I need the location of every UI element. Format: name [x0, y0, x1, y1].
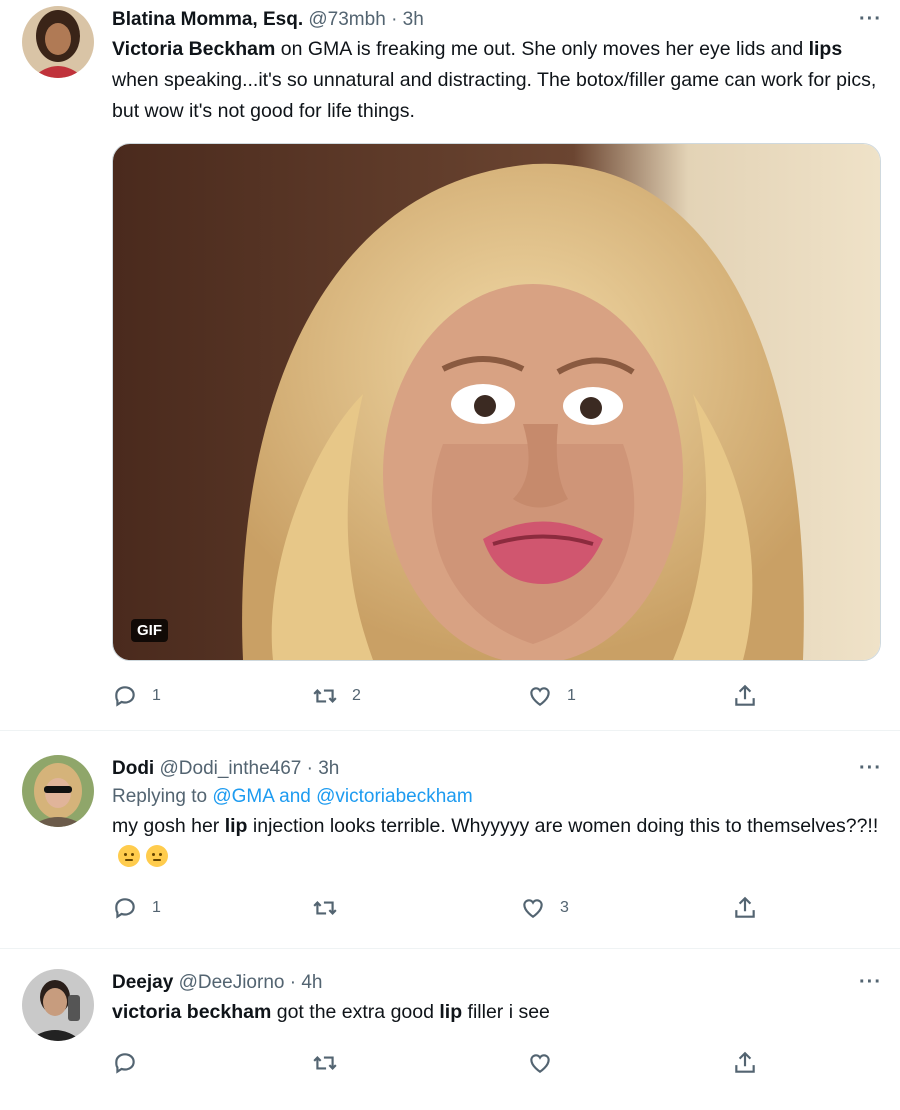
replying-label: Replying to — [112, 786, 213, 807]
tweet[interactable]: Blatina Momma, Esq. @73mbh · 3h ··· Vict… — [0, 0, 900, 731]
confused-emoji-icon — [146, 845, 168, 867]
share-button[interactable] — [732, 1050, 758, 1076]
tweet-text: my gosh her lip injection looks terrible… — [112, 811, 884, 873]
replying-to-link[interactable]: @GMA and @victoriabeckham — [212, 786, 472, 807]
action-bar: 1 3 — [112, 895, 884, 955]
share-button[interactable] — [732, 683, 758, 709]
gif-badge: GIF — [131, 619, 168, 642]
share-icon — [732, 683, 758, 709]
disappointed-emoji-icon — [118, 845, 140, 867]
more-icon[interactable]: ··· — [859, 971, 882, 994]
highlight-text: lip — [224, 815, 248, 837]
retweet-icon — [312, 683, 338, 709]
retweet-icon — [312, 1050, 338, 1076]
handle[interactable]: @DeeJiorno — [179, 972, 285, 993]
text-span: on GMA is freaking me out. She only move… — [275, 38, 809, 60]
action-bar — [112, 1050, 884, 1110]
share-icon — [732, 895, 758, 921]
tweet-header: Dodi @Dodi_inthe467 · 3h — [112, 755, 884, 783]
more-icon[interactable]: ··· — [859, 8, 882, 31]
reply-icon — [112, 1050, 138, 1076]
highlight-text: lips — [808, 38, 843, 60]
mention-text: victoria beckham — [112, 1001, 272, 1023]
text-span: my gosh her — [112, 815, 225, 837]
share-button[interactable] — [732, 895, 758, 921]
gif-image — [113, 144, 880, 660]
display-name[interactable]: Deejay — [112, 972, 173, 993]
more-icon[interactable]: ··· — [859, 757, 882, 780]
timestamp[interactable]: · 4h — [290, 972, 323, 993]
handle[interactable]: @Dodi_inthe467 — [160, 758, 302, 779]
timestamp[interactable]: · 3h — [307, 758, 340, 779]
display-name[interactable]: Blatina Momma, Esq. — [112, 9, 303, 30]
heart-icon — [520, 895, 546, 921]
tweet[interactable]: Dodi @Dodi_inthe467 · 3h ··· Replying to… — [0, 731, 900, 949]
reply-count: 1 — [152, 899, 161, 916]
avatar[interactable] — [22, 755, 94, 827]
share-icon — [732, 1050, 758, 1076]
reply-button[interactable]: 1 — [112, 895, 161, 921]
highlight-text: lip — [439, 1001, 463, 1023]
reply-icon — [112, 683, 138, 709]
like-button[interactable]: 1 — [527, 683, 576, 709]
like-count: 3 — [560, 899, 569, 916]
tweet-header: Blatina Momma, Esq. @73mbh · 3h — [112, 6, 884, 34]
avatar[interactable] — [22, 6, 94, 78]
reply-button[interactable]: 1 — [112, 683, 161, 709]
gif-media[interactable]: GIF — [112, 143, 881, 661]
tweet-header: Deejay @DeeJiorno · 4h — [112, 969, 884, 997]
display-name[interactable]: Dodi — [112, 758, 154, 779]
heart-icon — [527, 683, 553, 709]
tweet[interactable]: Deejay @DeeJiorno · 4h ··· victoria beck… — [0, 949, 900, 1089]
replying-to: Replying to @GMA and @victoriabeckham — [112, 783, 884, 811]
heart-icon — [527, 1050, 553, 1076]
retweet-icon — [312, 895, 338, 921]
timestamp[interactable]: · 3h — [391, 9, 424, 30]
retweet-button[interactable] — [312, 1050, 338, 1076]
text-span: injection looks terrible. Whyyyyy are wo… — [247, 815, 879, 837]
like-button[interactable] — [527, 1050, 553, 1076]
text-span: filler i see — [462, 1001, 550, 1023]
reply-icon — [112, 895, 138, 921]
reply-count: 1 — [152, 687, 161, 704]
tweet-text: victoria beckham got the extra good lip … — [112, 997, 884, 1028]
text-span: when speaking...it's so unnatural and di… — [112, 69, 877, 122]
reply-button[interactable] — [112, 1050, 138, 1076]
retweet-button[interactable] — [312, 895, 352, 921]
retweet-count: 2 — [352, 687, 361, 704]
retweet-button[interactable]: 2 — [312, 683, 361, 709]
text-span: got the extra good — [271, 1001, 440, 1023]
tweet-text: Victoria Beckham on GMA is freaking me o… — [112, 34, 884, 127]
avatar[interactable] — [22, 969, 94, 1041]
like-count: 1 — [567, 687, 576, 704]
mention-text: Victoria Beckham — [112, 38, 276, 60]
handle[interactable]: @73mbh — [308, 9, 385, 30]
like-button[interactable]: 3 — [520, 895, 569, 921]
